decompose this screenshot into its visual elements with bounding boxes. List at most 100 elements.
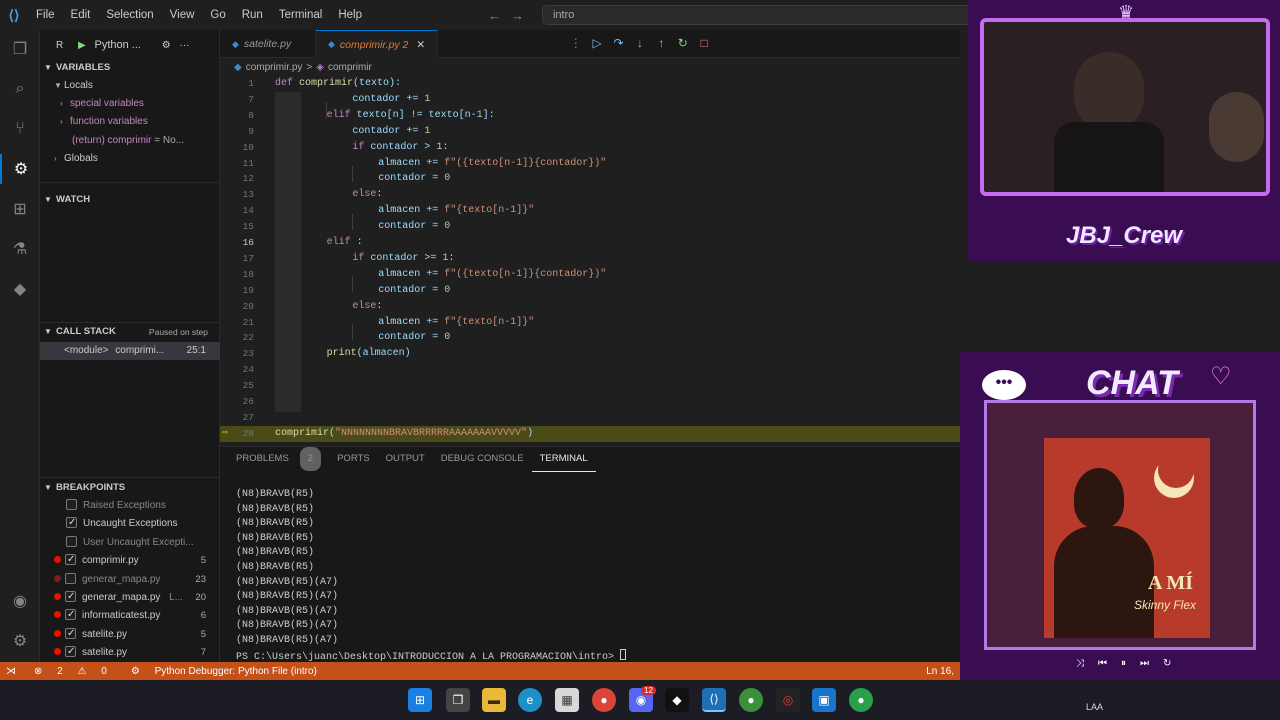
breakpoint-item[interactable]: generar_mapa.py L... 20 <box>40 589 220 607</box>
breakpoint-checkbox[interactable] <box>66 535 77 547</box>
breadcrumb-file[interactable]: comprimir.py <box>246 62 303 73</box>
repeat-icon[interactable]: ↻ <box>1163 658 1171 669</box>
account-icon[interactable]: ◉ <box>0 586 40 616</box>
tab-ports[interactable]: PORTS <box>329 447 378 471</box>
remote-icon[interactable]: ⋊ <box>0 666 22 677</box>
menu-selection[interactable]: Selection <box>98 0 161 30</box>
problems-status[interactable]: ⊗ 2 ⚠ 0 <box>22 666 119 677</box>
task-view-icon[interactable]: ❐ <box>446 688 470 712</box>
breakpoint-item[interactable]: User Uncaught Excepti... <box>40 534 220 552</box>
drag-handle-icon[interactable]: ⋮ <box>569 36 582 50</box>
breakpoint-checkbox[interactable] <box>65 552 76 569</box>
second-person <box>1209 92 1264 162</box>
breakpoint-item[interactable]: satelite.py 5 <box>40 626 220 644</box>
tray-language[interactable]: LAA <box>1086 702 1103 712</box>
previous-icon[interactable]: ⏮ <box>1098 658 1107 669</box>
back-arrow-icon[interactable]: ← <box>488 8 501 23</box>
locals-scope[interactable]: ▼ Locals <box>54 77 214 95</box>
function-variables-node[interactable]: › function variables <box>60 113 220 131</box>
breakpoint-checkbox[interactable] <box>65 644 76 661</box>
manage-gear-icon[interactable]: ⚙ <box>0 626 40 656</box>
breakpoint-checkbox[interactable] <box>66 499 77 510</box>
teams-icon[interactable]: ▣ <box>812 688 836 712</box>
run-debug-icon[interactable]: ⚙ <box>0 154 40 184</box>
watch-header[interactable]: ▼ WATCH <box>40 191 220 209</box>
chrome-profile-icon[interactable]: ● <box>849 688 873 712</box>
breakpoint-checkbox[interactable] <box>66 515 77 532</box>
terminal-line: (N8)BRAVB(R5) <box>236 532 315 544</box>
source-control-icon[interactable]: ⑂ <box>0 114 40 144</box>
return-value-row[interactable]: (return) comprimir = No... <box>72 132 218 150</box>
globals-scope[interactable]: › Globals <box>54 150 214 168</box>
search-icon[interactable]: ⌕ <box>0 74 40 104</box>
breakpoint-checkbox[interactable] <box>65 572 76 584</box>
tab-problems[interactable]: PROBLEMS 2 <box>220 447 329 471</box>
breakpoint-item[interactable]: satelite.py 7 <box>40 644 220 662</box>
step-into-icon[interactable]: ↓ <box>633 36 646 50</box>
breakpoint-item[interactable]: comprimir.py 5 <box>40 552 220 570</box>
menu-file[interactable]: File <box>28 0 63 30</box>
restart-icon[interactable]: ↻ <box>676 36 689 50</box>
line-number: 19 <box>242 284 254 296</box>
pause-icon[interactable]: ⏸ <box>1121 658 1126 669</box>
python-icon[interactable]: ◆ <box>0 274 40 304</box>
forward-arrow-icon[interactable]: → <box>511 8 524 23</box>
next-icon[interactable]: ⏭ <box>1140 658 1149 669</box>
step-over-icon[interactable]: ↷ <box>612 36 625 50</box>
command-center-search[interactable]: intro <box>541 5 1024 25</box>
panel-tabs: PROBLEMS 2 PORTS OUTPUT DEBUG CONSOLE TER… <box>220 447 596 472</box>
variables-header[interactable]: ▼ VARIABLES <box>40 59 220 77</box>
edge-icon[interactable]: e <box>518 688 542 712</box>
breakpoint-checkbox[interactable] <box>65 589 76 606</box>
menu-run[interactable]: Run <box>234 0 271 30</box>
breakpoint-item[interactable]: informaticatest.py 6 <box>40 607 220 625</box>
continue-icon[interactable]: ▷ <box>590 36 603 50</box>
menu-view[interactable]: View <box>162 0 203 30</box>
call-stack-header[interactable]: ▼ CALL STACK Paused on step <box>40 323 220 341</box>
store-icon[interactable]: ▦ <box>555 688 579 712</box>
stop-icon[interactable]: □ <box>698 36 711 50</box>
menu-terminal[interactable]: Terminal <box>271 0 330 30</box>
cursor-position[interactable]: Ln 16, <box>920 666 960 677</box>
explorer-icon[interactable]: ❐ <box>0 34 40 64</box>
debug-config-select[interactable]: Python ... <box>95 39 141 51</box>
file-explorer-icon[interactable]: ▬ <box>482 688 506 712</box>
step-out-icon[interactable]: ↑ <box>655 36 668 50</box>
terminal-line: (N8)BRAVB(R5)(A7) <box>236 576 339 588</box>
tab-satelite[interactable]: ◆ satelite.py <box>220 30 316 58</box>
start-icon[interactable]: ⊞ <box>408 688 432 712</box>
breakpoint-item[interactable]: Uncaught Exceptions <box>40 515 220 533</box>
extensions-icon[interactable]: ⊞ <box>0 194 40 224</box>
more-icon[interactable]: ··· <box>180 40 190 51</box>
start-debug-icon[interactable]: ▶ <box>78 40 86 51</box>
chrome-icon[interactable]: ● <box>592 688 616 712</box>
menu-edit[interactable]: Edit <box>63 0 99 30</box>
obs-icon[interactable]: ◎ <box>776 688 800 712</box>
settings-icon[interactable]: ⚙ <box>162 40 171 51</box>
menu-go[interactable]: Go <box>202 0 233 30</box>
menu-help[interactable]: Help <box>330 0 370 30</box>
tab-terminal[interactable]: TERMINAL <box>531 447 596 472</box>
breakpoint-item[interactable]: generar_mapa.py 23 <box>40 571 220 589</box>
code-editor[interactable]: ⇨ 1 def comprimir(texto): 7 contador += 18e… <box>220 76 960 446</box>
special-variables-node[interactable]: › special variables <box>60 95 220 113</box>
breadcrumb-symbol[interactable]: comprimir <box>328 62 372 73</box>
chrome-dev-icon[interactable]: ● <box>739 688 763 712</box>
tidal-icon[interactable]: ◆ <box>665 688 689 712</box>
breakpoints-header[interactable]: ▼ BREAKPOINTS <box>40 479 220 497</box>
call-stack-frame[interactable]: <module> comprimi... 25:1 <box>40 342 220 360</box>
breakpoint-checkbox[interactable] <box>65 626 76 643</box>
vscode-logo-icon: ⟨⟩ <box>8 6 20 23</box>
testing-icon[interactable]: ⚗ <box>0 234 40 264</box>
tab-output[interactable]: OUTPUT <box>378 447 433 471</box>
python-file-icon: ◆ <box>328 39 335 49</box>
tab-debug-console[interactable]: DEBUG CONSOLE <box>433 447 532 471</box>
close-icon[interactable]: ✕ <box>416 39 425 51</box>
debugger-status[interactable]: ⚙ Python Debugger: Python File (intro) <box>119 666 329 677</box>
shuffle-icon[interactable]: ⤨ <box>1076 658 1084 669</box>
line-number: 15 <box>242 221 254 233</box>
vscode-taskbar-icon[interactable]: ⟨⟩ <box>702 688 726 712</box>
breakpoint-checkbox[interactable] <box>65 607 76 624</box>
breakpoint-item[interactable]: Raised Exceptions <box>40 497 220 515</box>
tab-comprimir[interactable]: ◆ comprimir.py 2 ✕ <box>316 30 438 58</box>
